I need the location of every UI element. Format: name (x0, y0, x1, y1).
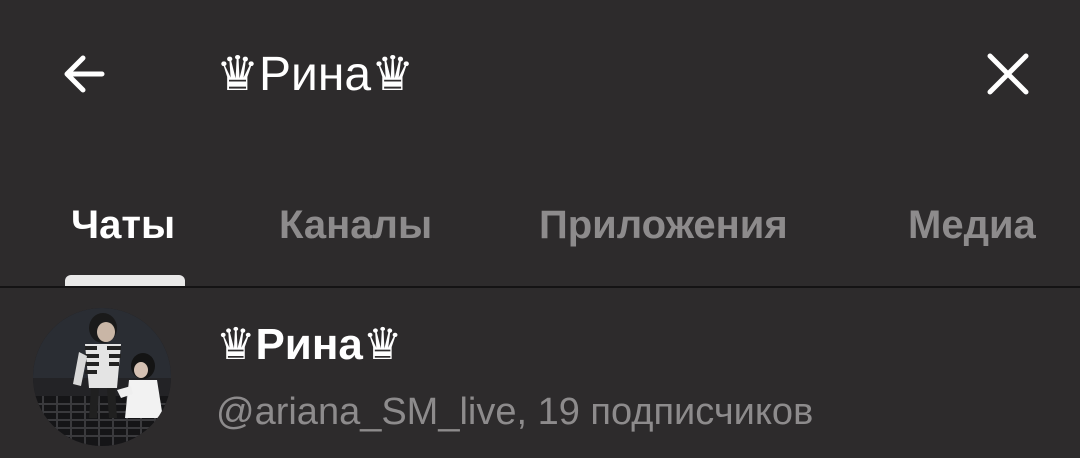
tab-channels[interactable]: Каналы (279, 195, 432, 255)
clear-search-button[interactable] (966, 32, 1050, 116)
tab-chats[interactable]: Чаты (71, 195, 175, 255)
avatar-photo (33, 308, 171, 446)
tab-apps[interactable]: Приложения (539, 195, 788, 255)
tab-media[interactable]: Медиа (908, 195, 1036, 255)
tab-bar: Чаты Каналы Приложения Медиа (0, 175, 1080, 287)
arrow-left-icon (64, 55, 105, 93)
close-icon (987, 53, 1029, 95)
chat-subtitle: @ariana_SM_live, 19 подписчиков (216, 391, 814, 433)
back-button[interactable] (42, 32, 126, 116)
search-header: ♛Рина♛ (0, 0, 1080, 150)
chat-title: ♛Рина♛ (216, 320, 403, 369)
list-item[interactable]: ♛Рина♛ @ariana_SM_live, 19 подписчиков (0, 288, 1080, 458)
avatar (33, 308, 171, 446)
search-input[interactable]: ♛Рина♛ (216, 40, 414, 110)
